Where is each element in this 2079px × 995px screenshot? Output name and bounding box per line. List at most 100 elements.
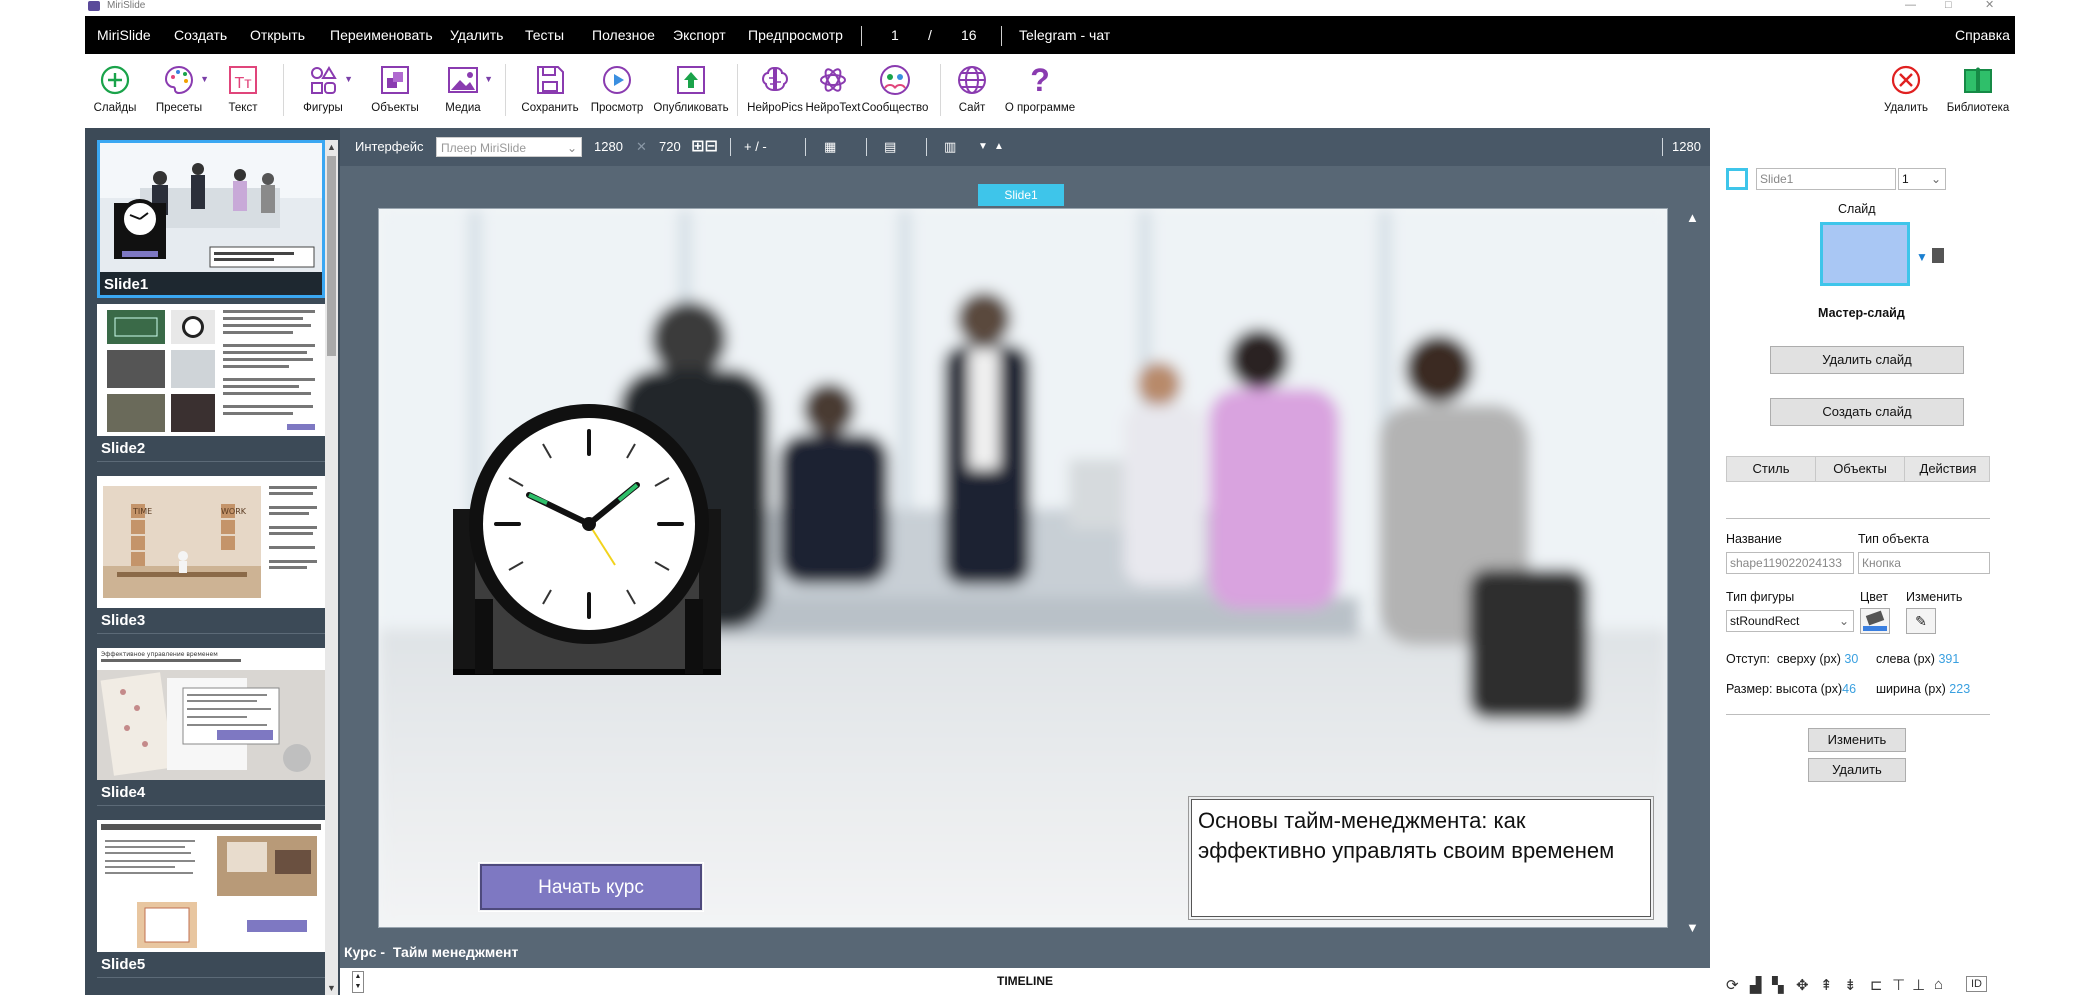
left-label: слева (px) [1876, 652, 1935, 666]
remove-object-button[interactable]: Удалить [1808, 758, 1906, 782]
pencil-icon[interactable]: ✎ [1906, 608, 1936, 634]
apply-changes-button[interactable]: Изменить [1808, 728, 1906, 752]
delete-slide-button[interactable]: Удалить слайд [1770, 346, 1964, 374]
zoom-plus-minus-icon[interactable]: ⊞⊟ [691, 128, 718, 166]
menu-create[interactable]: Создать [174, 16, 227, 54]
site-button[interactable]: Сайт [947, 58, 997, 124]
slide-name-input[interactable]: Slide1 [1756, 168, 1896, 190]
timeline-bar[interactable]: ▲ ▼ TIMELINE [340, 968, 1710, 995]
library-button[interactable]: Библиотека [1943, 58, 2013, 124]
menu-export[interactable]: Экспорт [673, 16, 726, 54]
id-badge[interactable]: ID [1966, 976, 1987, 992]
width-value[interactable]: 223 [1949, 682, 1970, 696]
media-button[interactable]: ▼ Медиа [433, 58, 493, 124]
slide-thumbnail[interactable]: Slide1 [97, 140, 325, 298]
shape-type-select[interactable]: stRoundRect ⌄ [1726, 610, 1854, 632]
align-top-icon[interactable]: ⊤ [1892, 976, 1905, 994]
course-title-textbox[interactable]: Основы тайм-менеджмента: как эффективно … [1188, 796, 1654, 920]
menu-rename[interactable]: Переименовать [330, 16, 433, 54]
community-button[interactable]: Сообщество [860, 58, 930, 124]
move-down-icon[interactable]: ▼ [978, 128, 988, 166]
text-button[interactable]: Тт Текст [213, 58, 273, 124]
group-icon[interactable]: ▚ [1772, 976, 1784, 994]
align-center-icon[interactable]: ⊥ [1912, 976, 1925, 994]
slides-panel: Slide1 Slide2 TIME WORK Slide3 Эффективн… [85, 128, 340, 995]
bring-forward-icon[interactable]: ⇞ [1820, 976, 1833, 994]
slide-thumbnail-image [97, 820, 325, 952]
trash-icon[interactable] [1932, 248, 1944, 263]
menu-open[interactable]: Открыть [250, 16, 305, 54]
menu-brand[interactable]: MiriSlide [97, 16, 151, 54]
slide-thumbnail[interactable]: Эффективное управление временем Slide4 [97, 648, 325, 806]
toolbar-divider [730, 138, 731, 156]
rotate-icon[interactable]: ⟳ [1726, 976, 1739, 994]
tab-objects[interactable]: Объекты [1816, 457, 1904, 481]
current-slide-tab[interactable]: Slide1 [978, 184, 1064, 206]
send-backward-icon[interactable]: ⇟ [1844, 976, 1857, 994]
scroll-up-arrow-icon[interactable]: ▲ [325, 140, 338, 154]
objects-button[interactable]: Объекты [365, 58, 425, 124]
menu-delete[interactable]: Удалить [450, 16, 503, 54]
arrange-icon[interactable]: ▟ [1750, 976, 1762, 994]
layers-icon[interactable]: ▥ [944, 128, 956, 166]
delete-button[interactable]: Удалить [1876, 58, 1936, 124]
menu-help[interactable]: Справка [1955, 16, 2010, 54]
slide-number-select[interactable]: 1 ⌄ [1898, 168, 1946, 190]
minimize-icon[interactable]: — [1905, 0, 1916, 11]
community-icon [877, 62, 913, 98]
scroll-up-arrow-icon[interactable]: ▲ [1686, 210, 1699, 225]
start-course-button[interactable]: Начать курс [478, 862, 704, 912]
top-value[interactable]: 30 [1844, 652, 1858, 666]
about-button[interactable]: ? О программе [1000, 58, 1080, 124]
fill-color-button[interactable] [1860, 608, 1890, 634]
slide-canvas[interactable]: Начать курс Основы тайм-менеджмента: как… [378, 208, 1668, 928]
scrollbar-thumb[interactable] [327, 156, 336, 356]
left-value[interactable]: 391 [1938, 652, 1959, 666]
slide-thumbnail[interactable]: Slide5 [97, 820, 325, 978]
slide-color-swatch[interactable] [1726, 168, 1748, 190]
menu-preview[interactable]: Предпросмотр [748, 16, 843, 54]
menu-telegram-chat[interactable]: Telegram - чат [1019, 16, 1110, 54]
play-circle-icon [599, 62, 635, 98]
slide-preview-swatch[interactable] [1820, 222, 1910, 286]
menu-tests[interactable]: Тесты [525, 16, 564, 54]
scroll-down-arrow-icon[interactable]: ▼ [1686, 920, 1699, 935]
tab-style[interactable]: Стиль [1727, 457, 1815, 481]
slide-thumbnail[interactable]: TIME WORK Slide3 [97, 476, 325, 634]
shapes-label: Фигуры [303, 102, 343, 114]
object-name-input[interactable]: shape119022024133 [1726, 552, 1854, 574]
text-label: Текст [228, 102, 258, 114]
width-label: ширина (px) [1876, 682, 1946, 696]
slide-color-dropdown-icon[interactable]: ▼ [1916, 250, 1928, 264]
player-select[interactable]: Плеер MiriSlide ⌄ [436, 137, 582, 157]
ruler-icon[interactable]: ▤ [884, 128, 896, 166]
right-width-value: 1280 [1672, 139, 1701, 154]
toolbar-divider [505, 64, 506, 116]
question-mark-icon: ? [1030, 62, 1050, 98]
slides-scrollbar[interactable]: ▲ ▼ [325, 140, 338, 995]
scroll-down-arrow-icon[interactable]: ▼ [325, 981, 338, 995]
slides-button[interactable]: Слайды [85, 58, 145, 124]
neurotext-button[interactable]: НейроText [803, 58, 863, 124]
height-value[interactable]: 46 [1842, 682, 1856, 696]
close-icon[interactable]: ✕ [1985, 0, 1994, 11]
move-up-icon[interactable]: ▲ [994, 128, 1004, 166]
publish-button[interactable]: Опубликовать [651, 58, 731, 124]
neuropics-button[interactable]: НейроPics [745, 58, 805, 124]
graduation-cap-icon[interactable]: ⌂ [1934, 976, 1943, 993]
maximize-icon[interactable]: □ [1945, 0, 1952, 11]
presets-button[interactable]: ▼ Пресеты [149, 58, 209, 124]
canvas-toolbar: Интерфейс Плеер MiriSlide ⌄ 1280 ✕ 720 ⊞… [340, 128, 1710, 166]
menu-useful[interactable]: Полезное [592, 16, 655, 54]
preview-button[interactable]: Просмотр [587, 58, 647, 124]
align-left-icon[interactable]: ⊏ [1870, 976, 1883, 994]
shapes-button[interactable]: ▼ Фигуры [293, 58, 353, 124]
site-label: Сайт [958, 102, 986, 114]
tab-actions[interactable]: Действия [1905, 457, 1991, 481]
grid-icon[interactable]: ▦ [824, 128, 836, 166]
move-icon[interactable]: ✥ [1796, 976, 1809, 994]
save-button[interactable]: Сохранить [515, 58, 585, 124]
slide-thumbnail[interactable]: Slide2 [97, 304, 325, 462]
create-slide-button[interactable]: Создать слайд [1770, 398, 1964, 426]
zoom-control[interactable]: + / - [744, 128, 767, 166]
